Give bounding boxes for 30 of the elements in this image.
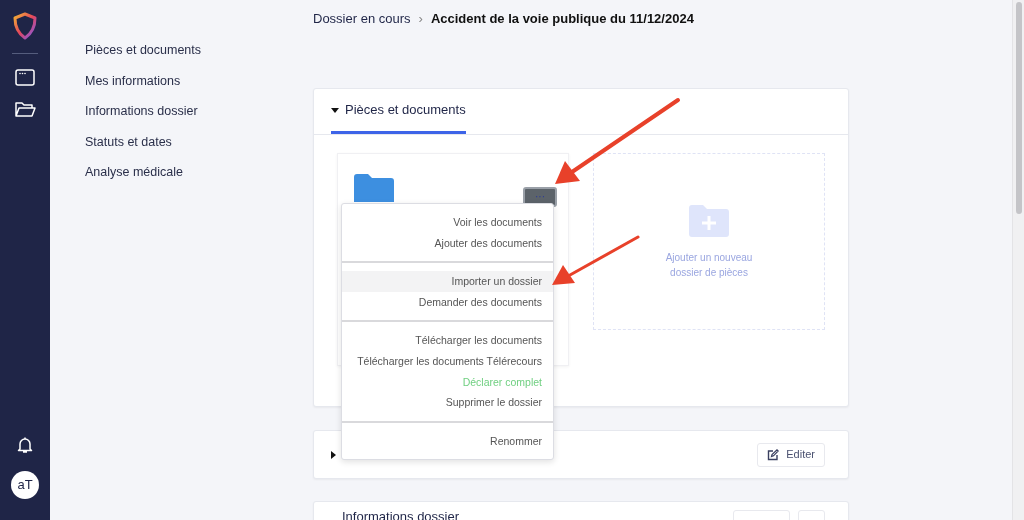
caret-icon[interactable] bbox=[331, 450, 337, 459]
menu-item[interactable]: Demander des documents bbox=[342, 291, 553, 313]
window-icon[interactable] bbox=[15, 69, 35, 86]
sidebar-nav-link[interactable]: Statuts et dates bbox=[85, 133, 313, 150]
bell-icon[interactable] bbox=[17, 436, 33, 454]
folder-plus-icon bbox=[689, 203, 729, 238]
edit-button[interactable]: Editer bbox=[757, 442, 825, 467]
shield-logo-icon[interactable] bbox=[13, 12, 37, 40]
section-tab[interactable]: Pièces et documents bbox=[331, 88, 466, 134]
menu-item[interactable]: Renommer bbox=[342, 430, 553, 452]
menu-item[interactable]: Ajouter des documents bbox=[342, 232, 553, 254]
menu-item[interactable]: Supprimer le dossier bbox=[342, 392, 553, 413]
folder-icon bbox=[354, 174, 394, 202]
menu-item[interactable]: Importer un dossier bbox=[342, 271, 553, 292]
menu-item[interactable]: Télécharger les documents Télérecours bbox=[342, 350, 553, 372]
breadcrumb-separator: › bbox=[418, 10, 423, 28]
sidebar-nav-link[interactable]: Mes informations bbox=[85, 72, 313, 89]
breadcrumb-link[interactable]: Dossier en cours bbox=[313, 9, 411, 29]
menu-item[interactable]: Télécharger les documents bbox=[342, 330, 553, 351]
scrollbar[interactable] bbox=[1012, 0, 1024, 520]
add-folder-label: Ajouter un nouveau dossier de pièces bbox=[664, 250, 754, 280]
sidebar-nav-link[interactable]: Analyse médicale bbox=[85, 164, 313, 181]
edit-icon bbox=[767, 448, 780, 461]
avatar[interactable]: aT bbox=[11, 471, 39, 499]
folder-icon[interactable] bbox=[14, 101, 36, 118]
caret-icon bbox=[331, 108, 339, 114]
breadcrumb-current: Accident de la voie publique du 11/12/2024 bbox=[430, 10, 694, 28]
sidebar-nav-link[interactable]: Pièces et documents bbox=[85, 42, 313, 58]
menu-item[interactable]: Voir les documents bbox=[342, 212, 553, 233]
sidebar-nav-link[interactable]: Informations dossier bbox=[85, 103, 313, 120]
